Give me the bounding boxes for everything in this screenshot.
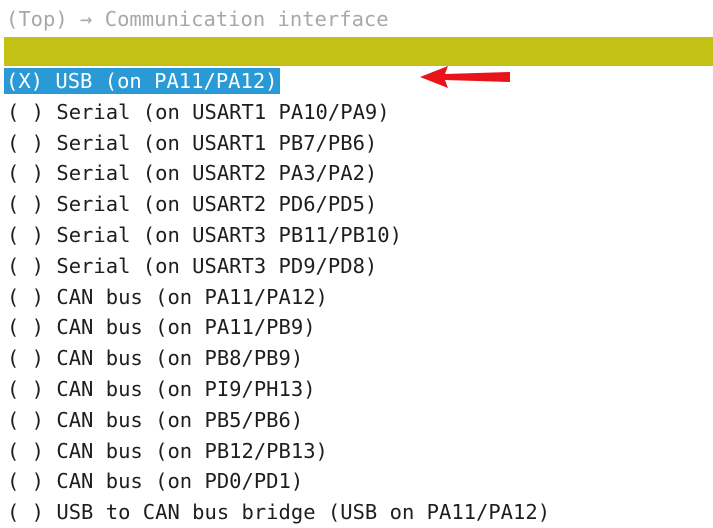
option-serial-usart2-pa3-pa2[interactable]: ( ) Serial (on USART2 PA3/PA2): [4, 158, 713, 189]
option-serial-usart2-pd6-pd5[interactable]: ( ) Serial (on USART2 PD6/PD5): [4, 189, 713, 220]
option-serial-usart3-pb11-pb10[interactable]: ( ) Serial (on USART3 PB11/PB10): [4, 220, 713, 251]
option-label: (X) USB (on PA11/PA12): [4, 68, 280, 94]
option-can-pb8-pb9[interactable]: ( ) CAN bus (on PB8/PB9): [4, 343, 713, 374]
red-arrow-icon: [420, 66, 510, 88]
option-serial-usart1-pb7-pb6[interactable]: ( ) Serial (on USART1 PB7/PB6): [4, 128, 713, 159]
option-usb-to-can-bridge[interactable]: ( ) USB to CAN bus bridge (USB on PA11/P…: [4, 497, 713, 528]
option-serial-usart1-pa10-pa9[interactable]: ( ) Serial (on USART1 PA10/PA9): [4, 97, 713, 128]
option-can-pb5-pb6[interactable]: ( ) CAN bus (on PB5/PB6): [4, 405, 713, 436]
option-can-pi9-ph13[interactable]: ( ) CAN bus (on PI9/PH13): [4, 374, 713, 405]
option-serial-usart3-pd9-pd8[interactable]: ( ) Serial (on USART3 PD9/PD8): [4, 251, 713, 282]
option-can-pb12-pb13[interactable]: ( ) CAN bus (on PB12/PB13): [4, 436, 713, 467]
menu-breadcrumb: (Top) → Communication interface: [6, 7, 389, 31]
title-bar: [4, 37, 713, 66]
terminal-window: (Top) → Communication interface (X) USB …: [0, 0, 713, 524]
option-can-pa11-pb9[interactable]: ( ) CAN bus (on PA11/PB9): [4, 312, 713, 343]
option-usb-pa11-pa12[interactable]: (X) USB (on PA11/PA12): [4, 66, 713, 97]
option-can-pa11-pa12[interactable]: ( ) CAN bus (on PA11/PA12): [4, 282, 713, 313]
option-can-pd0-pd1[interactable]: ( ) CAN bus (on PD0/PD1): [4, 466, 713, 497]
option-list: (X) USB (on PA11/PA12) ( ) Serial (on US…: [4, 66, 713, 528]
